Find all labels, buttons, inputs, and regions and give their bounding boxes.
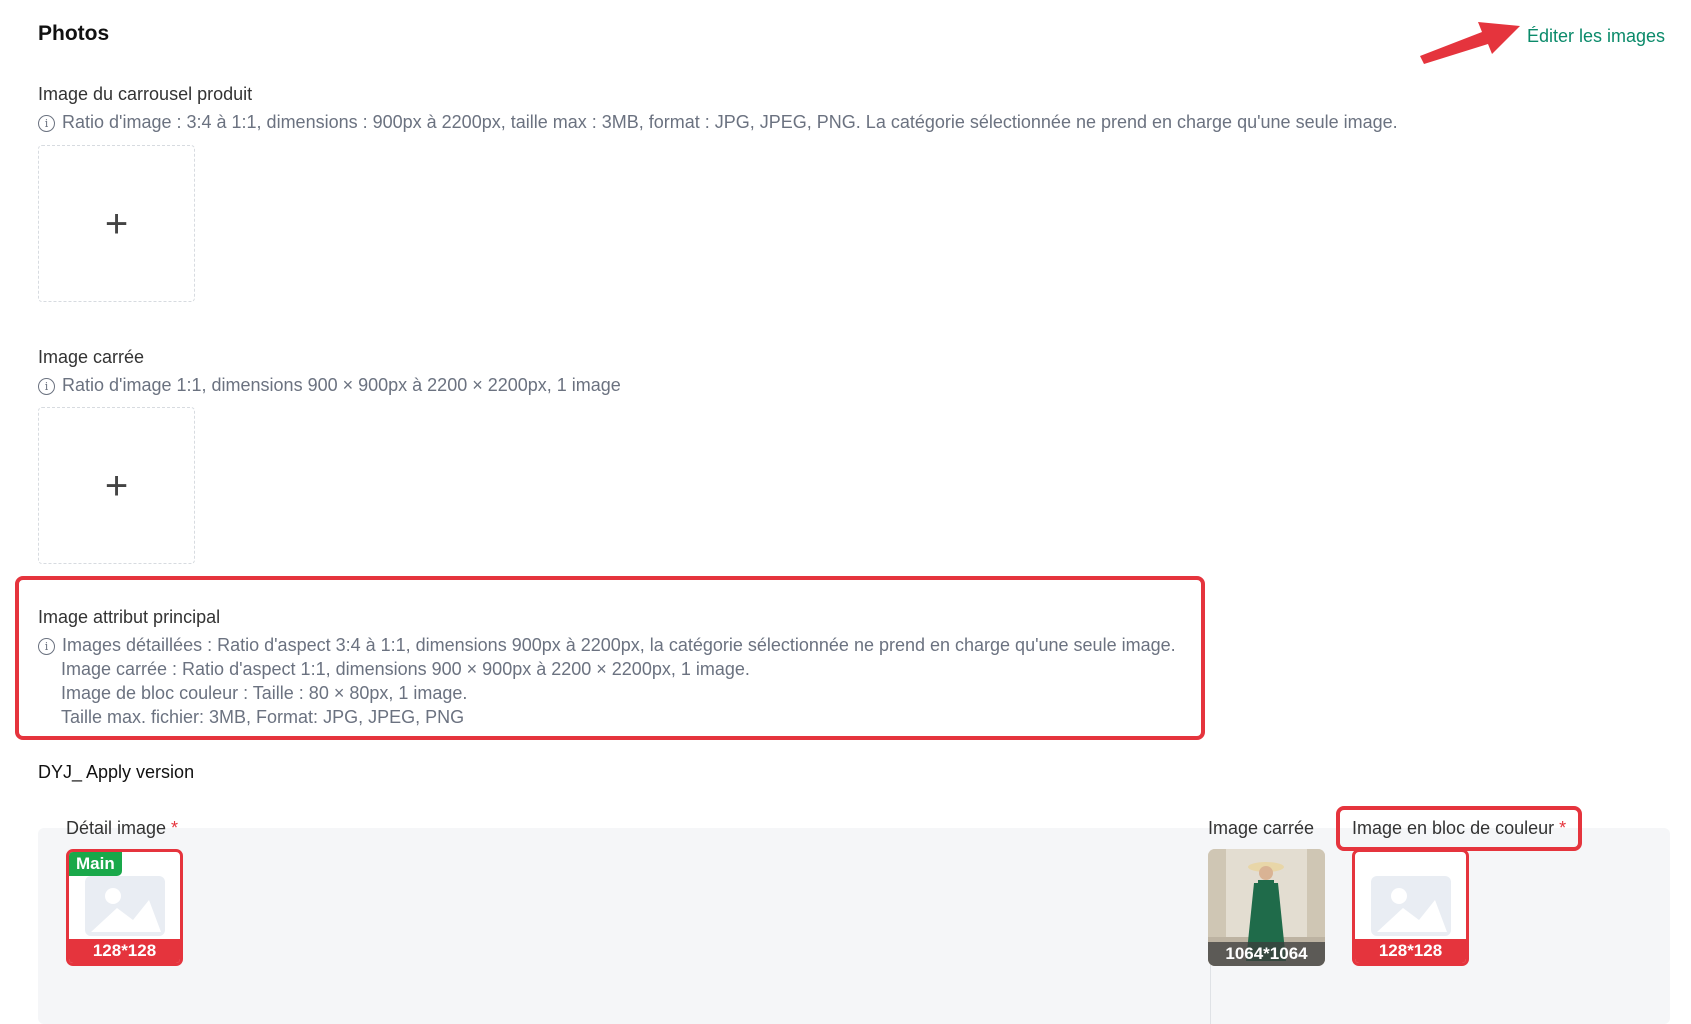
- square-image-thumbnail[interactable]: 1064*1064: [1208, 849, 1325, 966]
- detail-image-label-text: Détail image: [66, 818, 167, 838]
- image-size-caption: 128*128: [1355, 939, 1466, 963]
- required-mark: *: [1559, 818, 1567, 838]
- color-block-label: Image en bloc de couleur *: [1352, 818, 1566, 839]
- plus-icon: +: [104, 201, 129, 246]
- attribute-hint-line: i Images détaillées : Ratio d'aspect 3:4 …: [38, 633, 1176, 657]
- section-title: Photos: [38, 22, 110, 45]
- carousel-image-hint: i Ratio d'image : 3:4 à 1:1, dimensions :…: [38, 110, 1658, 134]
- plus-icon: +: [104, 463, 129, 508]
- square-image-hint: i Ratio d'image 1:1, dimensions 900 × 900…: [38, 373, 621, 397]
- required-mark: *: [171, 818, 179, 838]
- color-block-thumbnail[interactable]: 128*128: [1352, 849, 1469, 966]
- variant-square-label: Image carrée: [1208, 818, 1315, 838]
- square-upload-button[interactable]: +: [38, 407, 195, 564]
- image-size-caption: 1064*1064: [1208, 942, 1325, 966]
- main-badge: Main: [69, 852, 122, 876]
- color-block-label-text: Image en bloc de couleur: [1352, 818, 1555, 838]
- detail-image-label: Détail image *: [66, 818, 178, 839]
- square-image-label: Image carrée: [38, 347, 145, 367]
- carousel-hint-text: Ratio d'image : 3:4 à 1:1, dimensions : …: [62, 112, 1398, 132]
- attribute-hint-text: Images détaillées : Ratio d'aspect 3:4 à…: [62, 635, 1176, 655]
- attribute-hint-line: Taille max. fichier: 3MB, Format: JPG, J…: [61, 707, 465, 727]
- square-hint-text: Ratio d'image 1:1, dimensions 900 × 900p…: [62, 375, 621, 395]
- image-size-caption: 128*128: [69, 939, 180, 963]
- info-icon: i: [38, 378, 55, 395]
- carousel-image-label: Image du carrousel produit: [38, 84, 253, 104]
- info-icon: i: [38, 115, 55, 132]
- annotation-arrow-icon: [1420, 22, 1520, 64]
- attribute-image-label: Image attribut principal: [38, 607, 221, 627]
- detail-image-thumbnail[interactable]: Main 128*128: [66, 849, 183, 966]
- info-icon: i: [38, 638, 55, 655]
- attribute-hint-line: Image carrée : Ratio d'aspect 1:1, dimen…: [61, 659, 750, 679]
- edit-images-link[interactable]: Éditer les images: [1527, 26, 1665, 47]
- attribute-image-hint: i Images détaillées : Ratio d'aspect 3:4 …: [38, 633, 1176, 729]
- image-placeholder-icon: [1371, 876, 1451, 936]
- image-placeholder-icon: [85, 876, 165, 936]
- variant-name: DYJ_ Apply version: [38, 762, 195, 782]
- carousel-upload-button[interactable]: +: [38, 145, 195, 302]
- attribute-hint-line: Image de bloc couleur : Taille : 80 × 80…: [61, 683, 468, 703]
